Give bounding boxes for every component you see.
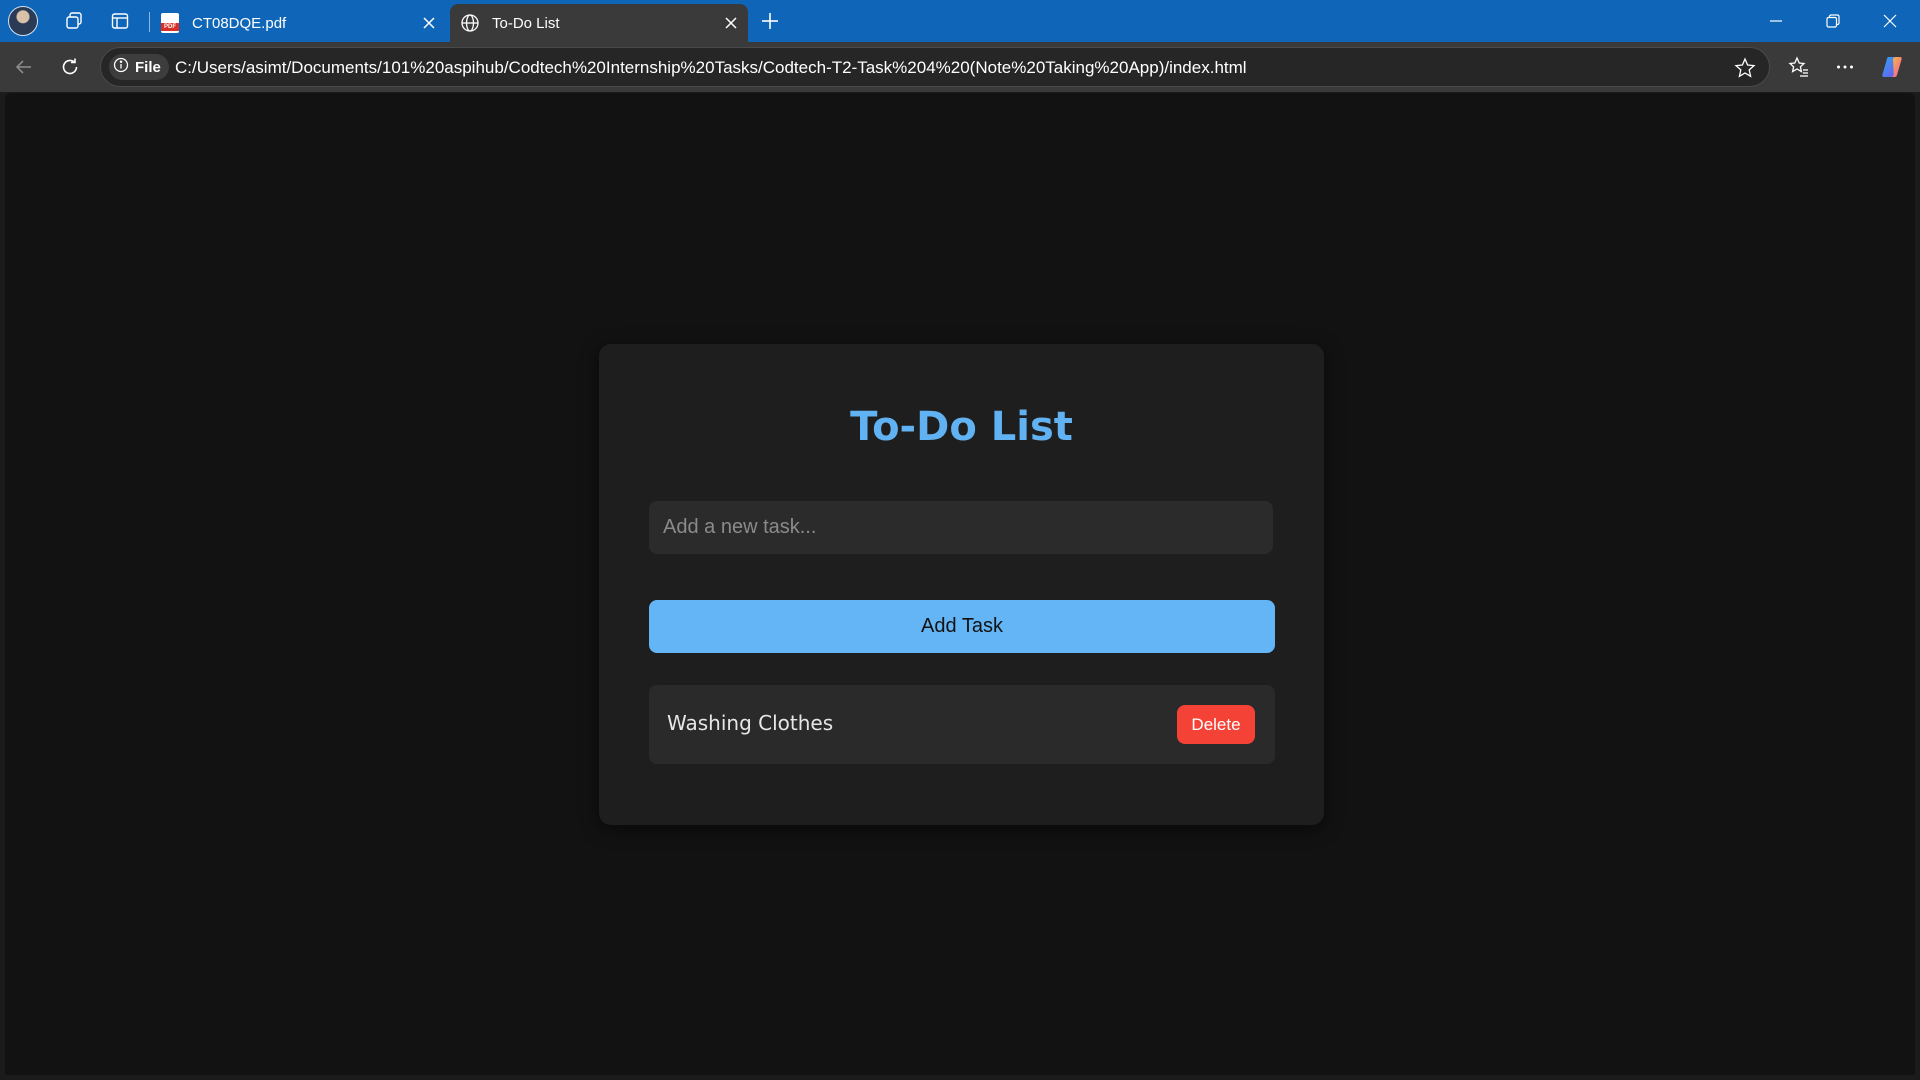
vertical-tabs-icon[interactable] xyxy=(104,5,136,37)
todo-card: To-Do List Add Task Washing Clothes Dele… xyxy=(599,344,1324,825)
copilot-icon[interactable] xyxy=(1877,51,1909,83)
page-title: To-Do List xyxy=(850,404,1073,450)
url-text[interactable]: C:/Users/asimt/Documents/101%20aspihub/C… xyxy=(175,58,1247,78)
task-text: Washing Clothes xyxy=(667,711,834,735)
globe-icon xyxy=(460,13,480,33)
new-task-input[interactable] xyxy=(649,501,1273,554)
restore-icon[interactable] xyxy=(1805,0,1861,42)
tab-title: To-Do List xyxy=(492,14,560,32)
favorites-list-icon[interactable] xyxy=(1783,51,1815,83)
page-viewport: To-Do List Add Task Washing Clothes Dele… xyxy=(5,93,1915,1075)
info-icon xyxy=(113,57,129,77)
refresh-icon[interactable] xyxy=(54,51,86,83)
new-tab-icon[interactable] xyxy=(756,7,784,35)
more-options-icon[interactable] xyxy=(1829,51,1861,83)
browser-titlebar: PDF CT08DQE.pdf To-Do List xyxy=(0,0,1920,42)
task-list-item: Washing Clothes Delete xyxy=(649,685,1275,764)
add-task-button[interactable]: Add Task xyxy=(649,600,1275,653)
browser-toolbar: File C:/Users/asimt/Documents/101%20aspi… xyxy=(0,42,1920,92)
tab-title: CT08DQE.pdf xyxy=(192,14,287,32)
site-info-chip[interactable]: File xyxy=(109,54,169,80)
pdf-icon: PDF xyxy=(160,13,180,33)
tab-todo-list[interactable]: To-Do List xyxy=(450,4,748,42)
close-tab-icon[interactable] xyxy=(418,12,440,34)
favorite-star-icon[interactable] xyxy=(1731,54,1759,82)
minimize-icon[interactable] xyxy=(1748,0,1804,42)
close-tab-icon[interactable] xyxy=(720,12,742,34)
workspaces-icon[interactable] xyxy=(58,5,90,37)
delete-task-button[interactable]: Delete xyxy=(1177,705,1255,744)
profile-avatar[interactable] xyxy=(8,6,38,36)
tab-pdf-document[interactable]: PDF CT08DQE.pdf xyxy=(150,4,446,42)
close-window-icon[interactable] xyxy=(1862,0,1918,42)
address-bar[interactable]: File C:/Users/asimt/Documents/101%20aspi… xyxy=(100,47,1770,87)
back-arrow-icon[interactable] xyxy=(8,51,40,83)
scheme-label: File xyxy=(135,58,161,76)
